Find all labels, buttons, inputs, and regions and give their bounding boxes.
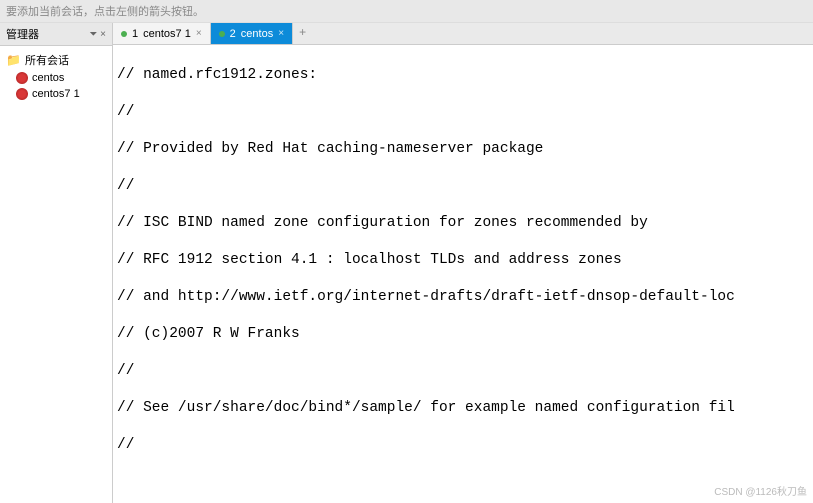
code-line: // (c)2007 R W Franks bbox=[117, 325, 809, 344]
code-line: // RFC 1912 section 4.1 : localhost TLDs… bbox=[117, 251, 809, 270]
session-item-centos7-1[interactable]: centos7 1 bbox=[2, 86, 110, 102]
tab-centos7-1[interactable]: 1 centos7 1 × bbox=[113, 23, 211, 44]
sidebar: 管理器 ⏷ × 📁 所有会话 centos centos7 1 bbox=[0, 23, 113, 503]
status-dot-icon bbox=[121, 31, 127, 37]
code-line: // bbox=[117, 103, 809, 122]
tab-centos[interactable]: 2 centos × bbox=[211, 23, 293, 44]
code-line: // bbox=[117, 362, 809, 381]
code-line: // bbox=[117, 177, 809, 196]
code-line: // ISC BIND named zone configuration for… bbox=[117, 214, 809, 233]
tab-num: 2 bbox=[230, 28, 236, 40]
tree-root-all-sessions[interactable]: 📁 所有会话 bbox=[2, 50, 110, 70]
sidebar-title: 管理器 bbox=[6, 26, 39, 42]
hint-text: 要添加当前会话，点击左侧的箭头按钮。 bbox=[6, 6, 204, 18]
tab-num: 1 bbox=[132, 28, 138, 40]
content-area: 1 centos7 1 × 2 centos × + // named.rfc1… bbox=[113, 23, 813, 503]
close-icon[interactable]: × bbox=[278, 28, 284, 39]
code-line: // See /usr/share/doc/bind*/sample/ for … bbox=[117, 399, 809, 418]
terminal-icon bbox=[16, 72, 28, 84]
main-container: 管理器 ⏷ × 📁 所有会话 centos centos7 1 1 centos… bbox=[0, 23, 813, 503]
watermark: CSDN @1126秋刀鱼 bbox=[714, 483, 807, 498]
tree-root-label: 所有会话 bbox=[25, 52, 69, 68]
code-line bbox=[117, 474, 809, 493]
tab-label: centos7 1 bbox=[143, 28, 191, 40]
session-tree: 📁 所有会话 centos centos7 1 bbox=[0, 46, 112, 106]
close-icon[interactable]: × bbox=[196, 28, 202, 39]
code-line: // named.rfc1912.zones: bbox=[117, 66, 809, 85]
code-line: // bbox=[117, 436, 809, 455]
status-dot-icon bbox=[219, 31, 225, 37]
code-line: // Provided by Red Hat caching-nameserve… bbox=[117, 140, 809, 159]
folder-icon: 📁 bbox=[6, 53, 21, 67]
hint-bar: 要添加当前会话，点击左侧的箭头按钮。 bbox=[0, 0, 813, 23]
session-item-centos[interactable]: centos bbox=[2, 70, 110, 86]
code-line: // and http://www.ietf.org/internet-draf… bbox=[117, 288, 809, 307]
sidebar-title-bar: 管理器 ⏷ × bbox=[0, 23, 112, 46]
tab-label: centos bbox=[241, 28, 273, 40]
terminal-icon bbox=[16, 88, 28, 100]
tab-bar: 1 centos7 1 × 2 centos × + bbox=[113, 23, 813, 45]
plus-icon: + bbox=[299, 25, 306, 39]
session-label: centos7 1 bbox=[32, 88, 80, 100]
session-label: centos bbox=[32, 72, 64, 84]
tab-add-button[interactable]: + bbox=[293, 23, 312, 44]
code-editor[interactable]: // named.rfc1912.zones: // // Provided b… bbox=[113, 45, 813, 503]
pin-icon[interactable]: ⏷ × bbox=[89, 29, 106, 40]
